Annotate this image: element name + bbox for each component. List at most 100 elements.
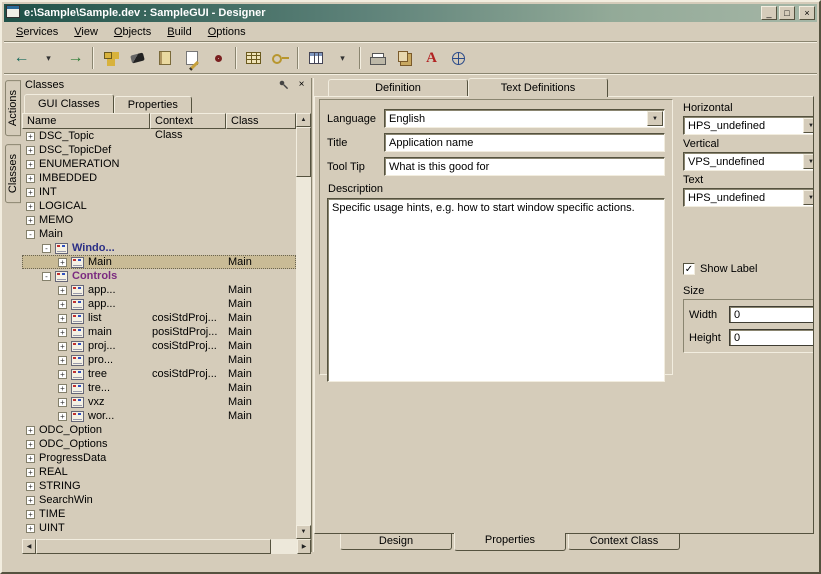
show-label-checkbox[interactable]: ✓ — [683, 263, 695, 275]
expand-icon[interactable]: + — [26, 496, 35, 505]
expand-icon[interactable]: + — [26, 524, 35, 533]
pin-icon[interactable] — [277, 78, 290, 91]
height-input[interactable] — [729, 329, 814, 346]
tree-row[interactable]: +tre...Main — [22, 381, 296, 395]
tree-row[interactable]: +ODC_Option — [22, 423, 296, 437]
expand-icon[interactable]: + — [26, 454, 35, 463]
tree-row[interactable]: +TIME — [22, 507, 296, 521]
maximize-button[interactable]: □ — [779, 6, 795, 20]
panel-close-icon[interactable]: × — [295, 78, 308, 91]
tree-row[interactable]: +mainposiStdProj...Main — [22, 325, 296, 339]
tooltip-input[interactable] — [384, 157, 665, 176]
expand-icon[interactable]: + — [26, 468, 35, 477]
expand-icon[interactable]: + — [58, 342, 67, 351]
tree-row[interactable]: +LOGICAL — [22, 199, 296, 213]
tab-properties[interactable]: Properties — [454, 533, 566, 551]
dock-tab-classes[interactable]: Classes — [5, 144, 21, 203]
expand-icon[interactable]: + — [58, 328, 67, 337]
expand-icon[interactable]: + — [58, 258, 67, 267]
tab-properties[interactable]: Properties — [114, 96, 192, 113]
expand-icon[interactable]: + — [26, 132, 35, 141]
tree-row[interactable]: +ODC_Options — [22, 437, 296, 451]
font-button[interactable]: A — [418, 46, 445, 71]
grid-button[interactable] — [240, 46, 267, 71]
tree-row[interactable]: +INT — [22, 185, 296, 199]
title-bar[interactable]: e:\Sample\Sample.dev : SampleGUI - Desig… — [4, 4, 817, 22]
expand-icon[interactable]: + — [58, 398, 67, 407]
scroll-left-button[interactable]: ◀ — [22, 539, 36, 554]
tree-row[interactable]: -Windo... — [22, 241, 296, 255]
tab-context-class[interactable]: Context Class — [568, 534, 680, 550]
expand-icon[interactable]: + — [26, 202, 35, 211]
tree-row[interactable]: +UINT — [22, 521, 296, 535]
tree-row[interactable]: +MEMO — [22, 213, 296, 227]
class-hierarchy-button[interactable] — [97, 46, 124, 71]
vertical-scroll-thumb[interactable] — [296, 127, 311, 177]
tab-text-definitions[interactable]: Text Definitions — [468, 78, 608, 97]
expand-icon[interactable]: + — [26, 174, 35, 183]
collapse-icon[interactable]: - — [26, 230, 35, 239]
tree-row[interactable]: -Controls — [22, 269, 296, 283]
tree-row[interactable]: +STRING — [22, 479, 296, 493]
expand-icon[interactable]: + — [58, 412, 67, 421]
browse-button[interactable] — [205, 46, 232, 71]
tree-row[interactable]: +ProgressData — [22, 451, 296, 465]
tree-row[interactable]: -Main — [22, 227, 296, 241]
nav-history-dropdown[interactable]: ▾ — [35, 46, 62, 71]
scroll-up-button[interactable]: ▲ — [296, 113, 311, 127]
expand-icon[interactable]: + — [26, 160, 35, 169]
horizontal-scroll-track[interactable] — [36, 539, 297, 554]
text-combobox[interactable]: HPS_undefined ▼ — [683, 188, 814, 207]
collapse-icon[interactable]: - — [42, 272, 51, 281]
expand-icon[interactable]: + — [58, 314, 67, 323]
tree-row[interactable]: +DSC_Topic — [22, 129, 296, 143]
menu-services[interactable]: Services — [8, 24, 66, 40]
tree-row[interactable]: +listcosiStdProj...Main — [22, 311, 296, 325]
expand-icon[interactable]: + — [58, 300, 67, 309]
collapse-icon[interactable]: - — [42, 244, 51, 253]
language-combobox[interactable]: English ▼ — [384, 109, 665, 128]
copy-button[interactable] — [391, 46, 418, 71]
horizontal-scrollbar[interactable]: ◀ ▶ — [22, 539, 311, 554]
chevron-down-icon[interactable]: ▼ — [803, 154, 814, 169]
tree-row[interactable]: +pro...Main — [22, 353, 296, 367]
tab-design[interactable]: Design — [340, 534, 452, 550]
globe-button[interactable] — [445, 46, 472, 71]
edit-definition-button[interactable] — [178, 46, 205, 71]
tree-row[interactable]: +MainMain — [22, 255, 296, 269]
chevron-down-icon[interactable]: ▼ — [803, 190, 814, 205]
expand-icon[interactable]: + — [58, 286, 67, 295]
vertical-scrollbar[interactable]: ▲ ▼ — [296, 113, 311, 539]
expand-icon[interactable]: + — [26, 426, 35, 435]
expand-icon[interactable]: + — [26, 440, 35, 449]
notebook-button[interactable] — [151, 46, 178, 71]
tree-row[interactable]: +IMBEDDED — [22, 171, 296, 185]
menu-view[interactable]: View — [66, 24, 106, 40]
tree-row[interactable]: +wor...Main — [22, 409, 296, 423]
vertical-scroll-track[interactable] — [296, 127, 311, 525]
tree-row[interactable]: +treecosiStdProj...Main — [22, 367, 296, 381]
expand-icon[interactable]: + — [58, 356, 67, 365]
expand-icon[interactable]: + — [26, 510, 35, 519]
tab-definition[interactable]: Definition — [328, 79, 468, 96]
scroll-down-button[interactable]: ▼ — [296, 525, 311, 539]
tree-row[interactable]: +app...Main — [22, 283, 296, 297]
tree-row[interactable]: +DSC_TopicDef — [22, 143, 296, 157]
minimize-button[interactable]: _ — [761, 6, 777, 20]
tree-row[interactable]: +vxzMain — [22, 395, 296, 409]
table-view-button[interactable] — [302, 46, 329, 71]
menu-build[interactable]: Build — [159, 24, 200, 40]
dock-tab-actions[interactable]: Actions — [5, 80, 21, 136]
tree-row[interactable]: +ENUMERATION — [22, 157, 296, 171]
description-textarea[interactable]: Specific usage hints, e.g. how to start … — [327, 198, 665, 382]
tree-row[interactable]: +REAL — [22, 465, 296, 479]
menu-options[interactable]: Options — [200, 24, 254, 40]
chevron-down-icon[interactable]: ▼ — [647, 111, 663, 126]
column-header-class[interactable]: Class — [226, 113, 296, 129]
title-input[interactable] — [384, 133, 665, 152]
expand-icon[interactable]: + — [26, 216, 35, 225]
tree-row[interactable]: +SearchWin — [22, 493, 296, 507]
table-view-dropdown[interactable]: ▾ — [329, 46, 356, 71]
tree-row[interactable]: +app...Main — [22, 297, 296, 311]
column-header-name[interactable]: Name — [22, 113, 150, 129]
